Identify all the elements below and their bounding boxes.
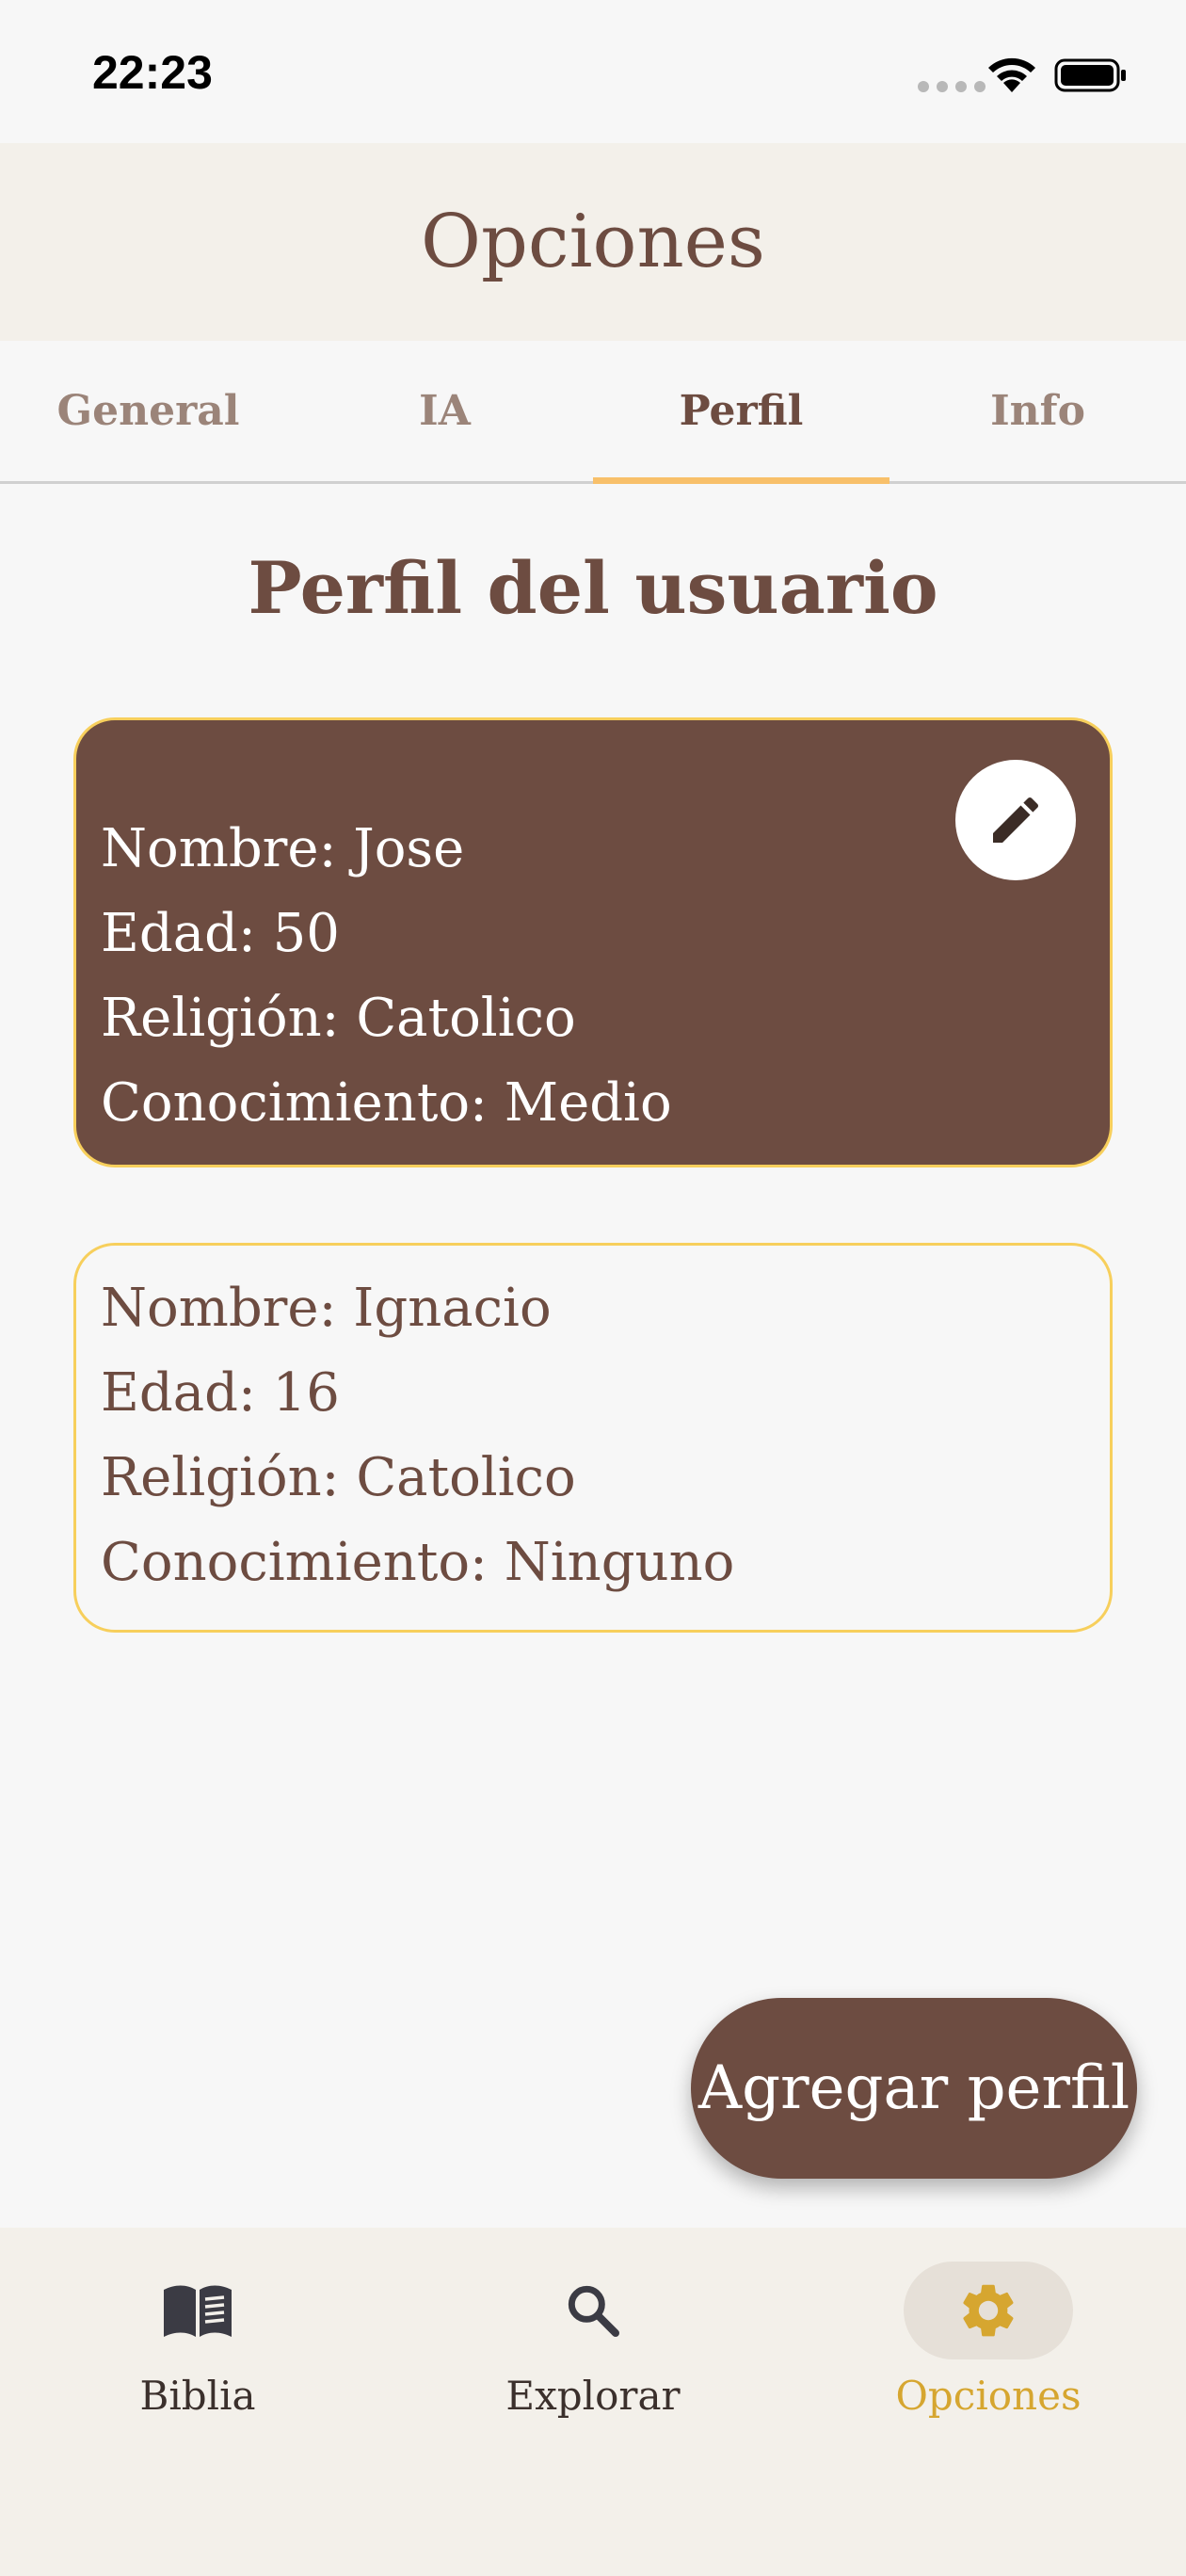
bottom-nav: Biblia Explorar Opciones <box>0 2228 1186 2576</box>
status-bar: 22:23 <box>0 0 1186 143</box>
battery-icon <box>1054 58 1126 92</box>
nav-label: Biblia <box>139 2373 256 2419</box>
profile-age: Edad: 16 <box>101 1362 340 1424</box>
wifi-icon <box>988 57 1035 92</box>
gear-icon <box>963 2284 1014 2337</box>
nav-label: Opciones <box>895 2373 1082 2419</box>
tab-info[interactable]: Info <box>890 341 1186 481</box>
profile-age: Edad: 50 <box>101 903 340 964</box>
profile-card-jose[interactable]: Nombre: Jose Edad: 50 Religión: Catolico… <box>73 717 1113 1167</box>
nav-item-biblia[interactable]: Biblia <box>0 2228 395 2472</box>
section-title: Perfil del usuario <box>248 546 938 630</box>
profile-knowledge: Conocimiento: Ninguno <box>101 1532 735 1593</box>
status-time: 22:23 <box>92 46 213 99</box>
page-title: Opciones <box>421 200 765 284</box>
profile-religion: Religión: Catolico <box>101 1447 576 1508</box>
nav-label: Explorar <box>505 2373 681 2419</box>
search-icon <box>568 2285 619 2337</box>
book-icon <box>164 2285 232 2337</box>
profile-religion: Religión: Catolico <box>101 988 576 1049</box>
profile-knowledge: Conocimiento: Medio <box>101 1072 672 1134</box>
tab-ia[interactable]: IA <box>296 341 593 481</box>
signal-dots-icon <box>918 81 986 92</box>
nav-item-explorar[interactable]: Explorar <box>395 2228 791 2472</box>
add-profile-button[interactable]: Agregar perfil <box>691 1998 1137 2179</box>
profile-name: Nombre: Ignacio <box>101 1278 552 1339</box>
nav-item-opciones[interactable]: Opciones <box>791 2228 1186 2472</box>
tab-bar: General IA Perfil Info <box>0 341 1186 484</box>
pencil-icon <box>993 797 1039 843</box>
profile-name: Nombre: Jose <box>101 818 465 879</box>
profile-card-ignacio[interactable]: Nombre: Ignacio Edad: 16 Religión: Catol… <box>73 1243 1113 1633</box>
edit-profile-button[interactable] <box>955 760 1076 880</box>
app-bar: Opciones <box>0 143 1186 341</box>
tab-perfil[interactable]: Perfil <box>593 341 890 484</box>
tab-general[interactable]: General <box>0 341 296 481</box>
